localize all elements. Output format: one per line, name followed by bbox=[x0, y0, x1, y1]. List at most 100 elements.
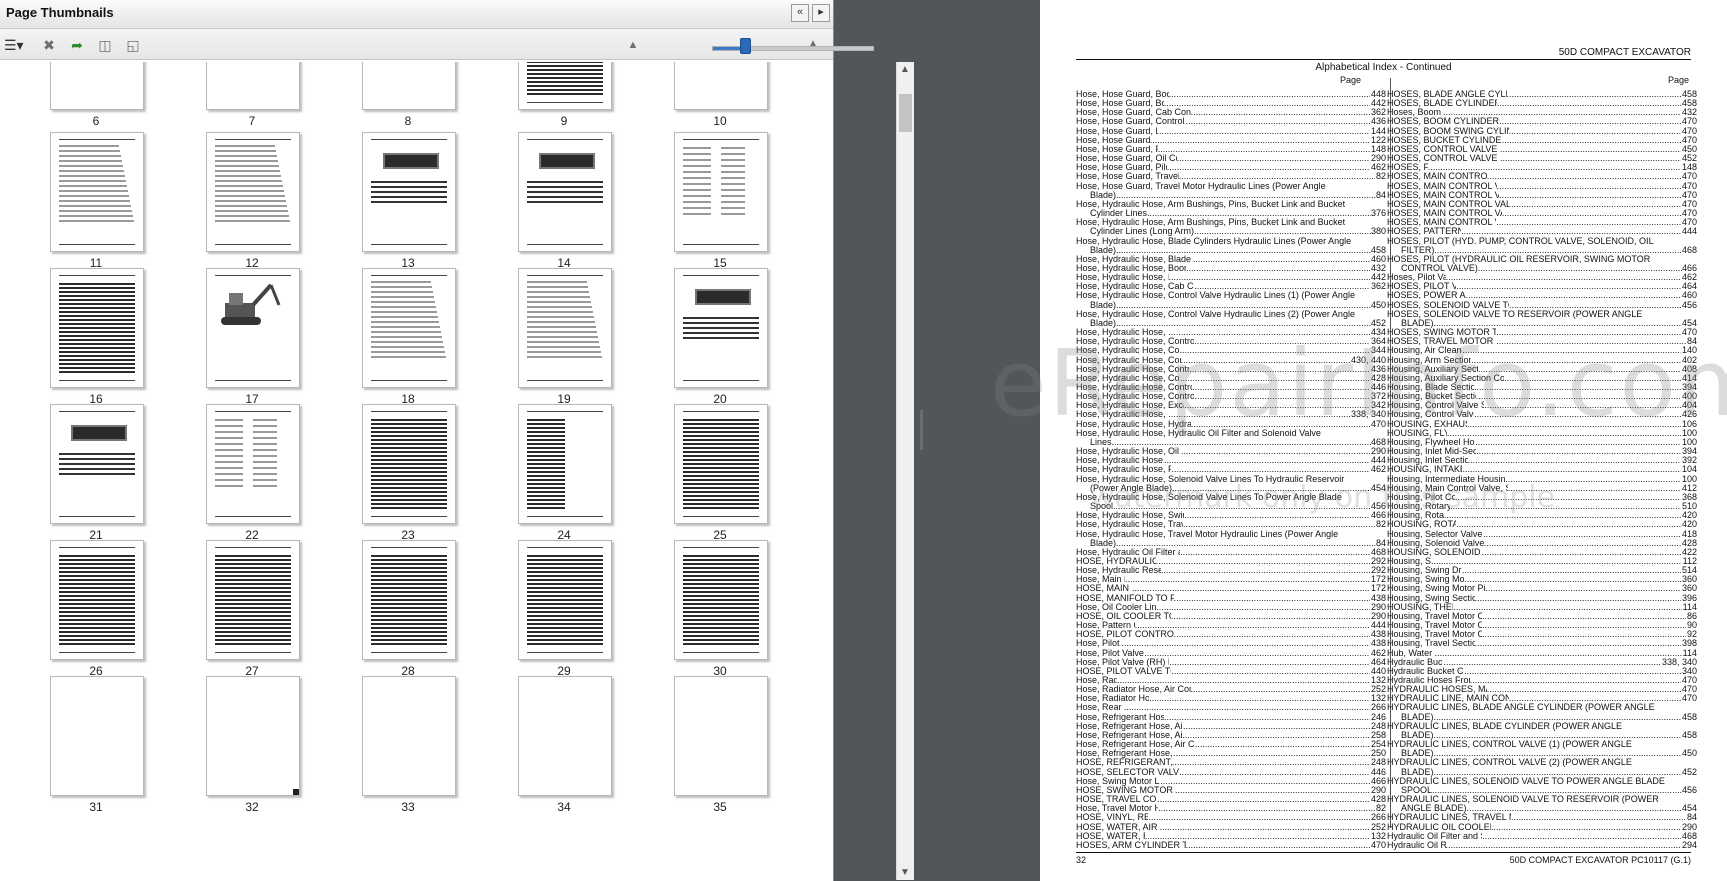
index-entry: Hose, Hydraulic Oil Filter and Solenoid … bbox=[1076, 547, 1386, 557]
page-number-label: 8 bbox=[404, 114, 412, 128]
page-thumbnail[interactable] bbox=[362, 404, 456, 524]
extract-pages-icon[interactable]: ◫ bbox=[96, 37, 114, 53]
options-menu-icon[interactable]: ☰▾ bbox=[4, 37, 24, 53]
page-thumbnail[interactable] bbox=[518, 404, 612, 524]
thumbnails-toolbar: ☰▾ ✖ ➦ ◫ ◱ ▲ ▲ bbox=[0, 29, 833, 60]
scrollbar-thumb[interactable] bbox=[899, 94, 912, 132]
index-entry: Hose, Radiator132 bbox=[1076, 675, 1386, 685]
thumbnails-scrollbar[interactable]: ▲ ▼ bbox=[896, 62, 914, 880]
index-entry: Hose, Hose Guard, Pilot Valve (LH) Lines… bbox=[1076, 163, 1386, 172]
page-thumbnail[interactable] bbox=[50, 540, 144, 660]
page-thumbnail[interactable] bbox=[206, 676, 300, 796]
page-thumbnail[interactable] bbox=[362, 62, 456, 110]
page-thumbnail[interactable] bbox=[674, 676, 768, 796]
thumbnail-zoom-slider[interactable] bbox=[712, 46, 874, 51]
page-thumbnail[interactable] bbox=[518, 132, 612, 252]
index-entry: HOSE, REFRIGERANT, AIR CONDITIONER248 bbox=[1076, 758, 1386, 767]
page-thumbnail[interactable] bbox=[518, 676, 612, 796]
page-thumbnail[interactable] bbox=[50, 62, 144, 110]
page-thumbnail[interactable] bbox=[206, 132, 300, 252]
index-entry: Hose, Pilot Valve (RH) Lines and Manifol… bbox=[1076, 657, 1386, 667]
page-thumbnail[interactable] bbox=[206, 540, 300, 660]
index-entry: HOSES, FUEL148 bbox=[1387, 163, 1697, 172]
index-entry: Housing, Starter112 bbox=[1387, 556, 1697, 566]
index-entry: HOSE, MAIN FRAME172 bbox=[1076, 584, 1386, 593]
watermark: eRepairInfo.com bbox=[990, 330, 1727, 437]
index-entry: HOSES, BLADE ANGLE CYLINDER (POWER ANGLE… bbox=[1387, 89, 1697, 99]
index-entry: HOSE, PILOT CONTROLLER TO MANIFOLD438 bbox=[1076, 630, 1386, 639]
index-entry: HOSES, MAIN CONTROL VALVE TO BUCKET CYLI… bbox=[1387, 208, 1697, 218]
index-entry: HOSE, HYDRAULIC RESERVOIR292 bbox=[1076, 556, 1386, 566]
page-thumbnail[interactable] bbox=[518, 268, 612, 388]
replace-pages-icon[interactable]: ◱ bbox=[124, 37, 142, 53]
index-entry: Hose, Swing Motor Lines and Fittings466 bbox=[1076, 776, 1386, 786]
index-entry: HOSES, CONTROL VALVE (1) (POWER ANGLE BL… bbox=[1387, 144, 1697, 154]
index-entry: BLADE)454 bbox=[1387, 318, 1697, 328]
index-entry: Housing, Solenoid Valve (Power Angle Bla… bbox=[1387, 538, 1697, 548]
index-entry: HOSE, WATER, RADIATOR132 bbox=[1076, 831, 1386, 841]
page-thumbnail[interactable] bbox=[674, 62, 768, 110]
index-entry: HOSE, MANIFOLD TO PILOT CONTROLLER438 bbox=[1076, 593, 1386, 603]
thumbnail-zoom-slider-handle[interactable] bbox=[740, 38, 751, 54]
index-entry: Hose, Hydraulic Reservoir Installation29… bbox=[1076, 565, 1386, 575]
page-thumbnail[interactable] bbox=[362, 540, 456, 660]
index-entry: Hose, Hose Guard, Fuel Tank Lines148 bbox=[1076, 144, 1386, 154]
index-entry: Hose, Pilot Lines438 bbox=[1076, 639, 1386, 648]
index-entry: Housing, Travel Section (Control Valve)3… bbox=[1387, 639, 1697, 648]
page-thumbnail[interactable] bbox=[50, 132, 144, 252]
page-thumbnail[interactable] bbox=[362, 676, 456, 796]
index-entry: Housing, Swing Section (Control Valve)39… bbox=[1387, 593, 1697, 603]
index-entry: Hoses, Boom (Upper)432 bbox=[1387, 108, 1697, 117]
page-thumbnail[interactable] bbox=[674, 540, 768, 660]
index-subtitle: Alphabetical Index - Continued bbox=[1315, 62, 1452, 73]
page-thumbnail[interactable] bbox=[50, 676, 144, 796]
page-thumbnail[interactable] bbox=[362, 132, 456, 252]
zoom-out-icon[interactable]: ▲ bbox=[624, 37, 642, 53]
scroll-down-icon[interactable]: ▼ bbox=[900, 867, 910, 878]
page-number-label: 9 bbox=[560, 114, 568, 128]
document-page: 50D COMPACT EXCAVATOR Alphabetical Index… bbox=[1040, 0, 1727, 881]
index-entry: Hydraulic Oil Filter and Solenoid Valve … bbox=[1387, 831, 1697, 841]
index-column-right: HOSES, BLADE ANGLE CYLINDER (POWER ANGLE… bbox=[1387, 89, 1697, 850]
pane-splitter[interactable] bbox=[920, 410, 923, 450]
index-entry: Housing, Travel Motor Components (4 of 4… bbox=[1387, 630, 1697, 639]
page-number-label: 31 bbox=[89, 800, 103, 814]
index-entry: HOSES, MAIN CONTROL VALVE TO SWING MOTOR… bbox=[1387, 218, 1697, 227]
page-thumbnail[interactable] bbox=[518, 62, 612, 110]
collapse-panel-button[interactable]: « bbox=[791, 4, 809, 22]
index-entry: Housing, Swing Motor Pilot Valve360 bbox=[1387, 575, 1697, 584]
index-entry: HOSE, TRAVEL CONTROL VALVE428 bbox=[1076, 794, 1386, 804]
index-entry: Hose, Radiator Hose, Radiator132 bbox=[1076, 694, 1386, 703]
index-entry: HOUSING, THERMOSTAT114 bbox=[1387, 602, 1697, 612]
page-footer: 32 50D COMPACT EXCAVATOR PC10117 (G.1) bbox=[1076, 852, 1691, 865]
page-thumbnail[interactable] bbox=[206, 404, 300, 524]
page-thumbnail[interactable] bbox=[362, 268, 456, 388]
index-entry: Hose, Hydraulic Hose, Oil Cooler Lines a… bbox=[1076, 446, 1386, 456]
page-thumbnail[interactable] bbox=[674, 132, 768, 252]
scroll-up-icon[interactable]: ▲ bbox=[900, 64, 910, 75]
index-entry: Hose, Hose Guard, Cab Control Levers (Au… bbox=[1076, 108, 1386, 117]
page-thumbnail[interactable] bbox=[674, 268, 768, 388]
page-thumbnail[interactable] bbox=[206, 62, 300, 110]
index-entry: Hose, Hydraulic Hose, Blade Pilot Lines … bbox=[1076, 254, 1386, 264]
page-thumbnail[interactable] bbox=[518, 540, 612, 660]
insert-pages-icon[interactable]: ➦ bbox=[68, 37, 86, 53]
index-entry: HOSE, SELECTOR VALVE TO CONTROL VALVE446 bbox=[1076, 767, 1386, 777]
index-entry: HOSES, MAIN CONTROL VALVE TO ARM CYLINDE… bbox=[1387, 181, 1697, 191]
page-thumbnail[interactable] bbox=[50, 404, 144, 524]
page-thumbnail[interactable] bbox=[674, 404, 768, 524]
page-thumbnail[interactable] bbox=[206, 268, 300, 388]
index-entry: Blade)458 bbox=[1076, 245, 1386, 255]
page-thumbnail[interactable] bbox=[50, 268, 144, 388]
panel-header: Page Thumbnails « ▸ bbox=[0, 0, 833, 29]
index-entry: HOSES, BLADE CYLINDER (POWER ANGLE BLADE… bbox=[1387, 99, 1697, 108]
index-entry: HYDRAULIC HOSES, MAIN CONTROL VALVE470 bbox=[1387, 685, 1697, 694]
delete-pages-icon[interactable]: ✖ bbox=[40, 37, 58, 53]
index-entry: HYDRAULIC LINES, SOLENOID VALVE TO POWER… bbox=[1387, 775, 1665, 786]
panel-arrow-right-button[interactable]: ▸ bbox=[812, 4, 830, 22]
index-entry: Hose, Rear Cover266 bbox=[1076, 703, 1386, 712]
index-entry: HYDRAULIC OIL COOLER LINES AND FITTINGS2… bbox=[1387, 822, 1697, 832]
index-entry: ANGLE BLADE)454 bbox=[1387, 804, 1697, 813]
index-entry: HOSES, MAIN CONTROL VALVE TO BOOM SWING … bbox=[1387, 199, 1697, 209]
index-entry: HOUSING, SOLENOID VALVE (TWO-WAY)422 bbox=[1387, 547, 1697, 557]
